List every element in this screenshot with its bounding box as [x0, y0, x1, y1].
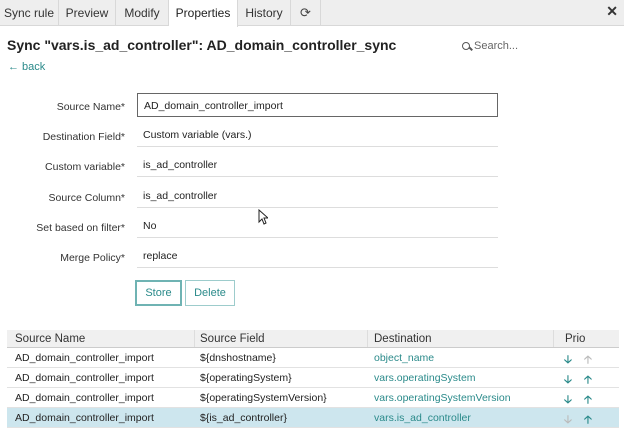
tab-preview[interactable]: Preview — [59, 0, 116, 26]
form-row-merge-policy: Merge Policy* replace — [0, 244, 500, 274]
form-row-source-column: Source Column* is_ad_controller — [0, 184, 500, 214]
back-label: back — [22, 61, 46, 73]
column-header-source-name[interactable]: Source Name — [15, 333, 85, 345]
destination-field-label: Destination Field* — [42, 131, 125, 143]
refresh-icon[interactable]: ⟳ — [300, 5, 311, 20]
back-link[interactable]: ← back — [8, 61, 45, 73]
source-column-input[interactable]: is_ad_controller — [137, 184, 498, 208]
cell-source-field: ${operatingSystemVersion} — [200, 392, 327, 404]
column-header-source-field[interactable]: Source Field — [200, 333, 265, 345]
cell-source-field: ${operatingSystem} — [200, 372, 292, 384]
cell-source-field: ${dnshostname} — [200, 352, 276, 364]
custom-variable-label: Custom variable* — [45, 161, 125, 173]
search-box — [462, 40, 612, 56]
tab-properties[interactable]: Properties — [169, 0, 238, 27]
form-row-custom-variable: Custom variable* is_ad_controller — [0, 153, 500, 183]
source-column-label: Source Column* — [48, 192, 125, 204]
set-based-on-filter-label: Set based on filter* — [36, 222, 125, 234]
merge-policy-label: Merge Policy* — [60, 252, 125, 264]
cell-source-name: AD_domain_controller_import — [15, 412, 154, 424]
table-row[interactable]: AD_domain_controller_import ${operatingS… — [7, 368, 619, 388]
table-row[interactable]: AD_domain_controller_import ${operatingS… — [7, 388, 619, 408]
set-based-on-filter-select[interactable]: No — [137, 214, 498, 238]
cell-source-name: AD_domain_controller_import — [15, 372, 154, 384]
source-name-input[interactable]: AD_domain_controller_import — [137, 93, 498, 117]
tab-refresh[interactable]: ⟳ — [291, 0, 321, 26]
tab-sync-rule[interactable]: Sync rule — [0, 0, 59, 26]
store-button[interactable]: Store — [135, 280, 182, 306]
cell-source-name: AD_domain_controller_import — [15, 392, 154, 404]
delete-button[interactable]: Delete — [185, 280, 235, 306]
column-header-destination[interactable]: Destination — [374, 333, 432, 345]
cell-source-field: ${is_ad_controller} — [200, 412, 287, 424]
tab-bar: Sync rule Preview Modify Properties Hist… — [0, 0, 624, 27]
column-header-prio[interactable]: Prio — [565, 333, 585, 345]
search-input[interactable] — [474, 40, 612, 52]
tab-modify[interactable]: Modify — [116, 0, 169, 26]
page-title: Sync "vars.is_ad_controller": AD_domain_… — [7, 37, 397, 53]
close-icon[interactable]: ✕ — [606, 3, 618, 20]
table-row-selected[interactable]: AD_domain_controller_import ${is_ad_cont… — [7, 408, 619, 428]
tab-history[interactable]: History — [238, 0, 291, 26]
form-row-source-name: Source Name* AD_domain_controller_import — [0, 93, 500, 123]
destination-field-select[interactable]: Custom variable (vars.) — [137, 123, 498, 147]
source-name-label: Source Name* — [56, 101, 125, 113]
table-header: Source Name Source Field Destination Pri… — [7, 330, 619, 348]
cell-destination-link[interactable]: vars.operatingSystem — [374, 372, 476, 384]
table-row[interactable]: AD_domain_controller_import ${dnshostnam… — [7, 348, 619, 368]
form-row-destination-field: Destination Field* Custom variable (vars… — [0, 123, 500, 153]
cell-destination-link[interactable]: object_name — [374, 352, 434, 364]
cell-source-name: AD_domain_controller_import — [15, 352, 154, 364]
mouse-cursor-icon — [258, 209, 268, 225]
sync-properties-table: Source Name Source Field Destination Pri… — [7, 330, 619, 428]
form-row-set-based-on-filter: Set based on filter* No — [0, 214, 500, 244]
search-icon — [462, 42, 472, 52]
merge-policy-select[interactable]: replace — [137, 244, 498, 268]
move-up-icon[interactable]: 🡡 — [584, 411, 592, 430]
back-arrow-icon: ← — [8, 61, 19, 73]
cell-destination-link[interactable]: vars.operatingSystemVersion — [374, 392, 511, 404]
cell-destination-link[interactable]: vars.is_ad_controller — [374, 412, 471, 424]
custom-variable-input[interactable]: is_ad_controller — [137, 153, 498, 177]
move-down-icon: 🡣 — [564, 414, 572, 426]
